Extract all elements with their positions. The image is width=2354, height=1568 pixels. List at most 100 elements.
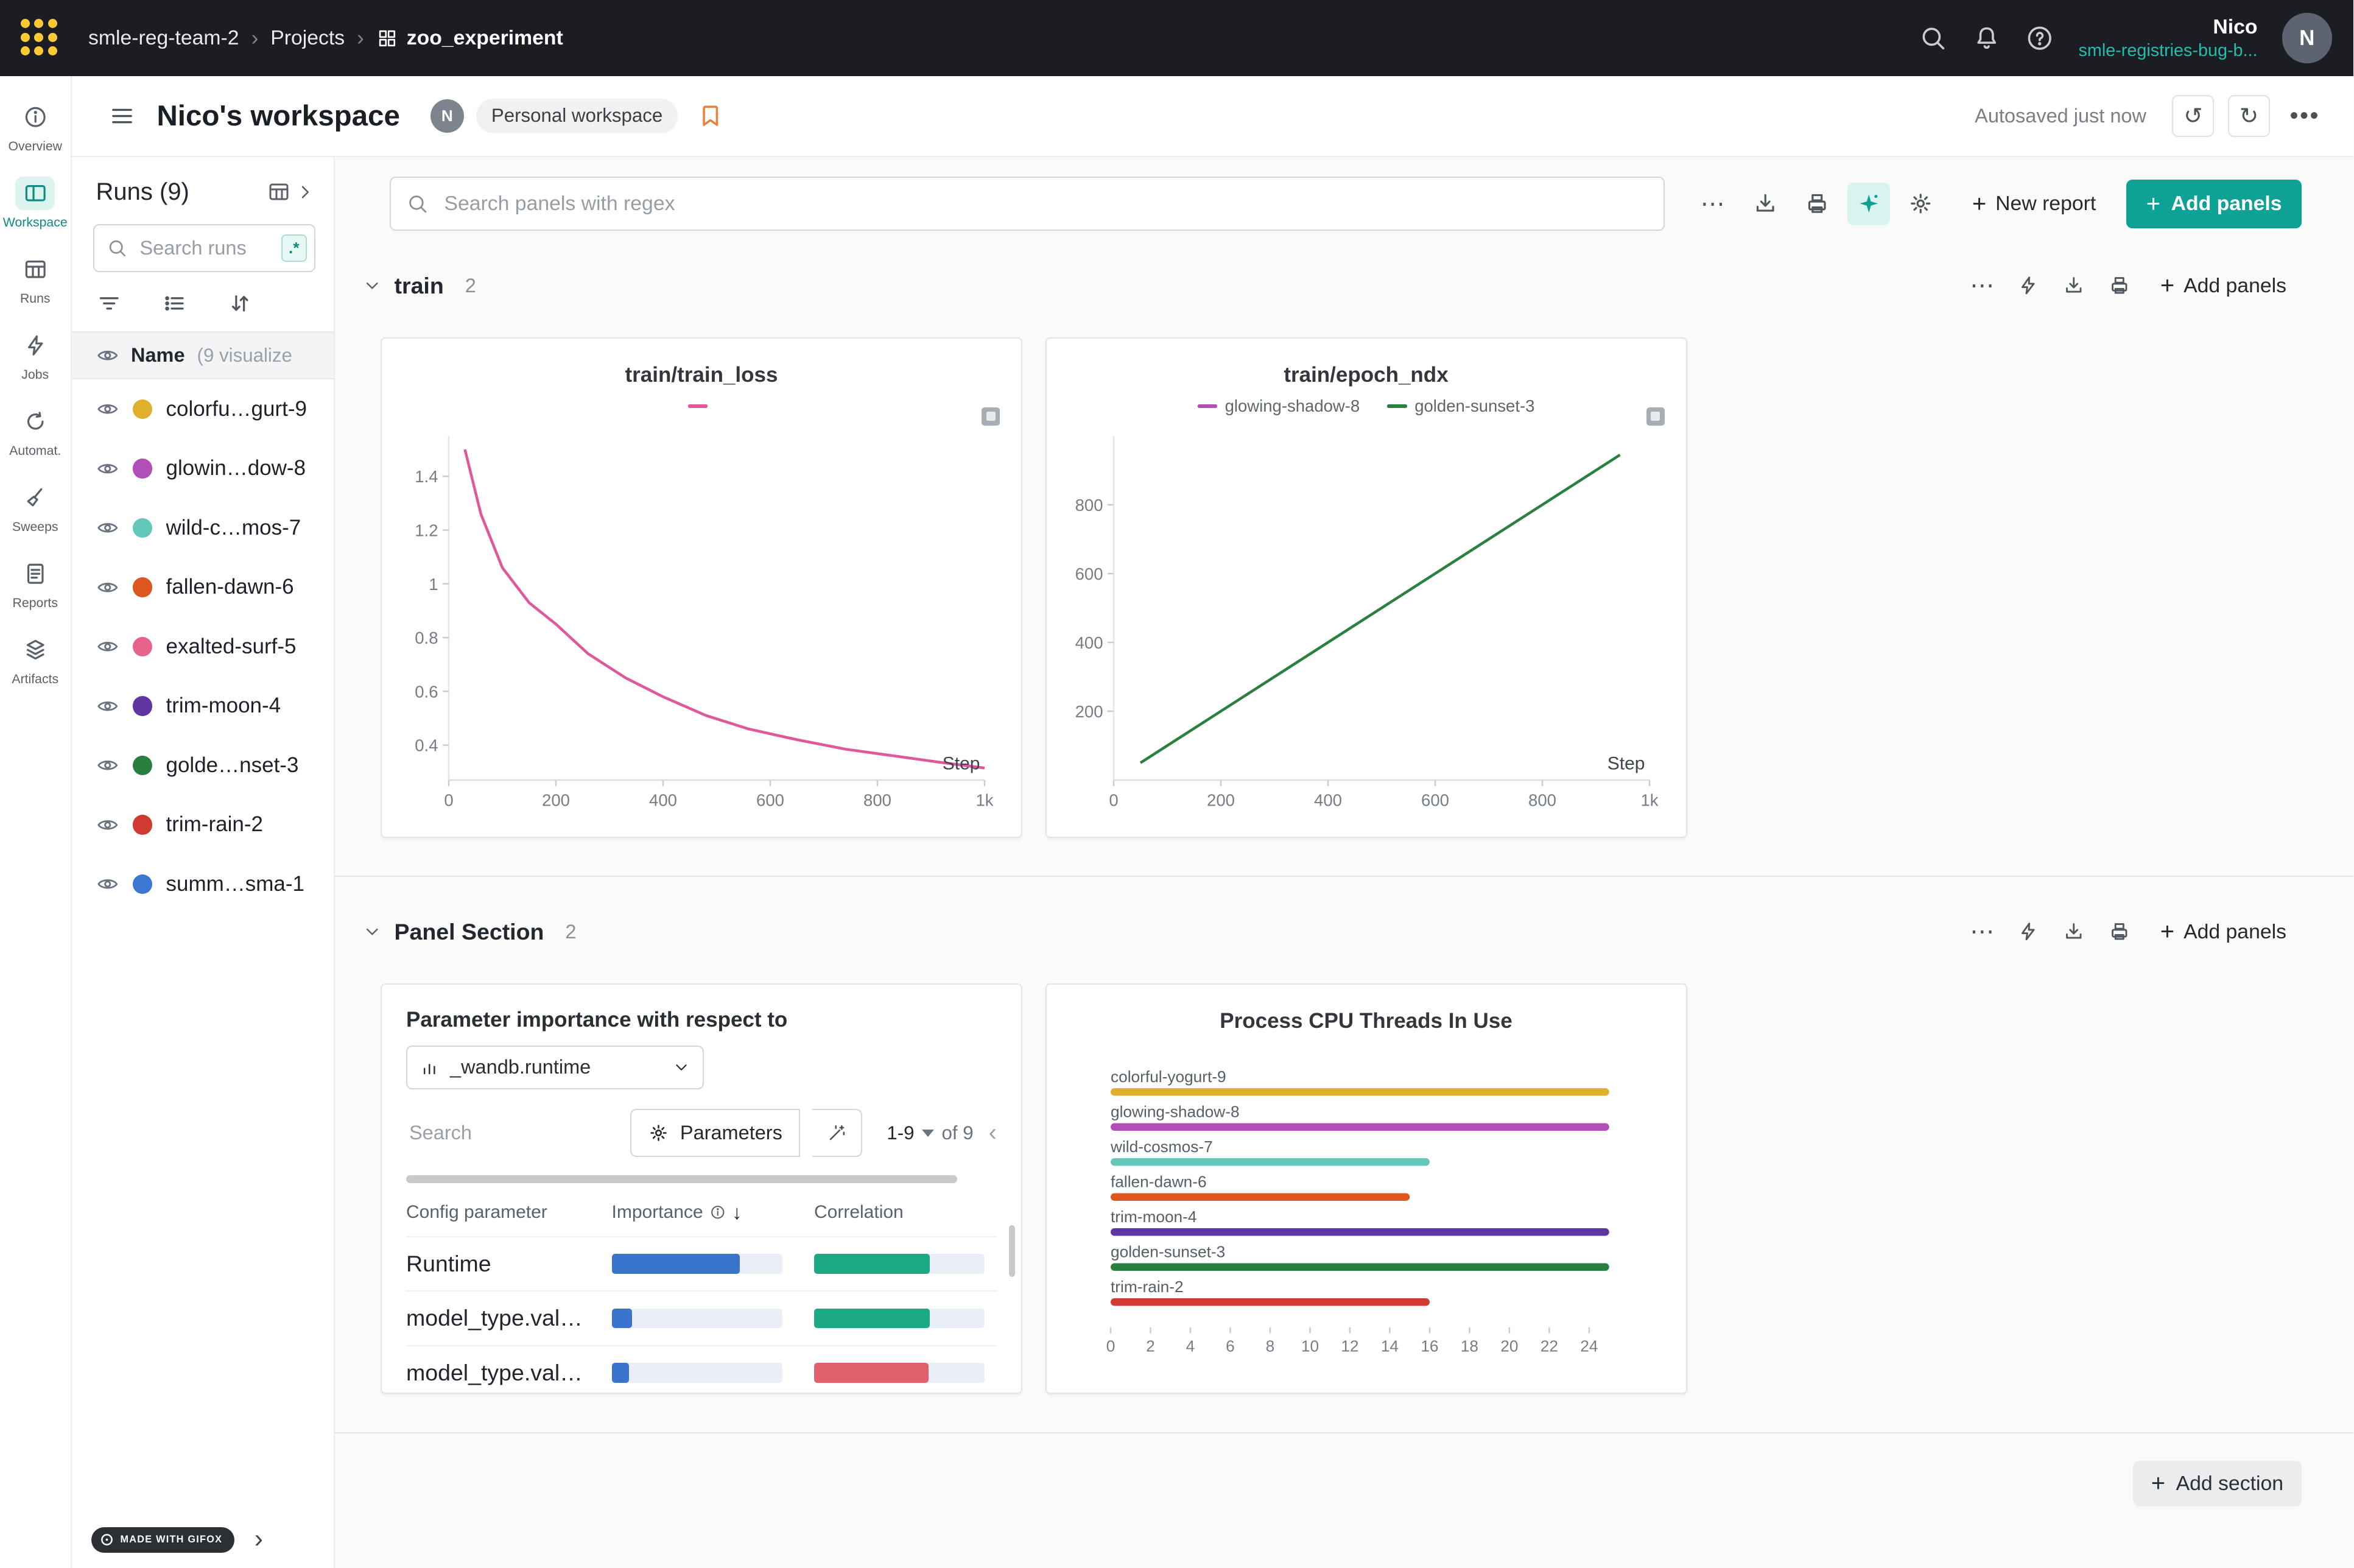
rail-item-runs[interactable]: Runs (0, 241, 71, 317)
section-zap-icon[interactable] (2008, 266, 2048, 306)
group-list-icon[interactable] (161, 290, 188, 317)
run-name[interactable]: exalted-surf-5 (166, 635, 297, 659)
panel-cpu-threads[interactable]: Process CPU Threads In Use colorful-yogu… (1045, 983, 1687, 1394)
run-name[interactable]: summ…sma-1 (166, 872, 305, 896)
help-icon[interactable] (2025, 24, 2054, 53)
run-name[interactable]: fallen-dawn-6 (166, 575, 294, 599)
search-icon[interactable] (1919, 24, 1948, 53)
panel-epoch-ndx[interactable]: train/epoch_ndx glowing-shadow-8golden-s… (1045, 337, 1687, 838)
panel-layout-icon[interactable] (1796, 183, 1838, 225)
run-name[interactable]: wild-c…mos-7 (166, 516, 301, 540)
add-panels-button[interactable]: + Add panels (2126, 180, 2302, 228)
section-title[interactable]: Panel Section (395, 919, 544, 945)
breadcrumb-projects[interactable]: Projects (270, 26, 345, 50)
rail-item-overview[interactable]: Overview (0, 88, 71, 164)
parameters-button[interactable]: Parameters (630, 1109, 800, 1157)
column-correlation[interactable]: Correlation (814, 1202, 997, 1223)
visibility-eye-icon[interactable] (96, 635, 119, 658)
importance-page-info[interactable]: 1-9 of 9 (887, 1122, 973, 1144)
panel-action-icon[interactable] (982, 407, 1000, 426)
run-row[interactable]: exalted-surf-5 (72, 617, 334, 677)
column-config-parameter[interactable]: Config parameter (406, 1202, 612, 1223)
hamburger-menu-icon[interactable] (108, 102, 136, 130)
run-name[interactable]: glowin…dow-8 (166, 456, 306, 480)
section-zap-icon[interactable] (2008, 912, 2048, 952)
panel-action-icon[interactable] (1646, 407, 1665, 426)
visibility-eye-icon[interactable] (96, 576, 119, 599)
section-layout-icon[interactable] (2099, 912, 2139, 952)
run-name[interactable]: trim-rain-2 (166, 812, 263, 837)
bookmark-report-icon[interactable] (696, 102, 725, 131)
section-overflow-icon[interactable]: ⋯ (1962, 266, 2002, 306)
visibility-eye-icon[interactable] (96, 344, 119, 367)
rail-item-workspace[interactable]: Workspace (0, 164, 71, 241)
visibility-eye-icon[interactable] (96, 398, 119, 421)
x-axis-settings-icon[interactable] (1744, 183, 1787, 225)
sparkles-icon[interactable] (1847, 183, 1890, 225)
visibility-eye-icon[interactable] (96, 754, 119, 777)
breadcrumb-team[interactable]: smle-reg-team-2 (88, 26, 239, 50)
run-row[interactable]: wild-c…mos-7 (72, 498, 334, 558)
run-row[interactable]: trim-rain-2 (72, 795, 334, 855)
panel-train-loss[interactable]: train/train_loss 02004006008001k0.40.60.… (381, 337, 1022, 838)
name-column-label[interactable]: Name (131, 344, 185, 367)
user-avatar[interactable]: N (2282, 13, 2333, 63)
pagination-next-button[interactable]: › (239, 1519, 278, 1559)
breadcrumb-project[interactable]: zoo_experiment (376, 26, 563, 50)
regex-toggle[interactable]: .* (281, 234, 307, 262)
rail-item-automations[interactable]: Automat. (0, 393, 71, 469)
runs-search-input[interactable] (137, 235, 272, 261)
section-layout-icon[interactable] (2099, 266, 2139, 306)
rail-item-jobs[interactable]: Jobs (0, 317, 71, 393)
section-add-panels-button[interactable]: + Add panels (2145, 907, 2302, 956)
notifications-bell-icon[interactable] (1972, 24, 2001, 53)
toolbar-overflow-icon[interactable]: ⋯ (1692, 183, 1735, 225)
metric-selector-dropdown[interactable]: _wandb.runtime (406, 1046, 704, 1089)
sort-icon[interactable] (227, 290, 253, 317)
section-export-icon[interactable] (2054, 912, 2093, 952)
run-row[interactable]: glowin…dow-8 (72, 439, 334, 499)
undo-button[interactable]: ↺ (2172, 95, 2214, 137)
magic-wand-button[interactable] (812, 1109, 862, 1157)
run-name[interactable]: colorfu…gurt-9 (166, 397, 307, 421)
run-row[interactable]: summ…sma-1 (72, 854, 334, 914)
section-add-panels-button[interactable]: + Add panels (2145, 261, 2302, 310)
column-importance[interactable]: Importance ↓ (612, 1201, 815, 1224)
run-row[interactable]: trim-moon-4 (72, 677, 334, 736)
section-collapse-chevron-icon[interactable] (362, 276, 382, 296)
workspace-type-pill[interactable]: Personal workspace (476, 99, 678, 134)
new-report-button[interactable]: + New report (1957, 180, 2111, 228)
section-collapse-chevron-icon[interactable] (362, 922, 382, 942)
panel-search-input[interactable] (441, 191, 1648, 217)
wandb-logo-icon[interactable] (18, 17, 61, 60)
visibility-eye-icon[interactable] (96, 814, 119, 837)
workspace-overflow-menu[interactable]: ••• (2283, 102, 2326, 130)
run-row[interactable]: fallen-dawn-6 (72, 558, 334, 617)
filter-icon[interactable] (96, 290, 122, 317)
rail-item-sweeps[interactable]: Sweeps (0, 469, 71, 545)
importance-search-input[interactable] (406, 1120, 618, 1146)
horizontal-scrollbar[interactable] (406, 1175, 957, 1183)
add-section-button[interactable]: + Add section (2133, 1461, 2302, 1506)
importance-row[interactable]: model_type.val… (406, 1290, 997, 1345)
rail-item-artifacts[interactable]: Artifacts (0, 621, 71, 697)
section-export-icon[interactable] (2054, 266, 2093, 306)
collapse-chevron-left-icon[interactable]: ‹ (989, 1119, 997, 1147)
user-team-link[interactable]: smle-registries-bug-b... (2079, 40, 2258, 62)
panel-parameter-importance[interactable]: Parameter importance with respect to _wa… (381, 983, 1022, 1394)
run-row[interactable]: colorfu…gurt-9 (72, 379, 334, 439)
section-overflow-icon[interactable]: ⋯ (1962, 912, 2002, 952)
run-row[interactable]: golde…nset-3 (72, 736, 334, 795)
run-name[interactable]: golde…nset-3 (166, 753, 299, 778)
visibility-eye-icon[interactable] (96, 695, 119, 718)
visibility-eye-icon[interactable] (96, 457, 119, 480)
expand-sidebar-chevron-icon[interactable] (294, 181, 315, 203)
visibility-eye-icon[interactable] (96, 873, 119, 896)
rail-item-reports[interactable]: Reports (0, 545, 71, 621)
section-title[interactable]: train (395, 273, 444, 299)
importance-row[interactable]: model_type.val… (406, 1345, 997, 1394)
visibility-eye-icon[interactable] (96, 516, 119, 540)
settings-gear-icon[interactable] (1899, 183, 1942, 225)
importance-row[interactable]: Runtime (406, 1236, 997, 1291)
vertical-scrollbar[interactable] (1009, 1225, 1015, 1277)
